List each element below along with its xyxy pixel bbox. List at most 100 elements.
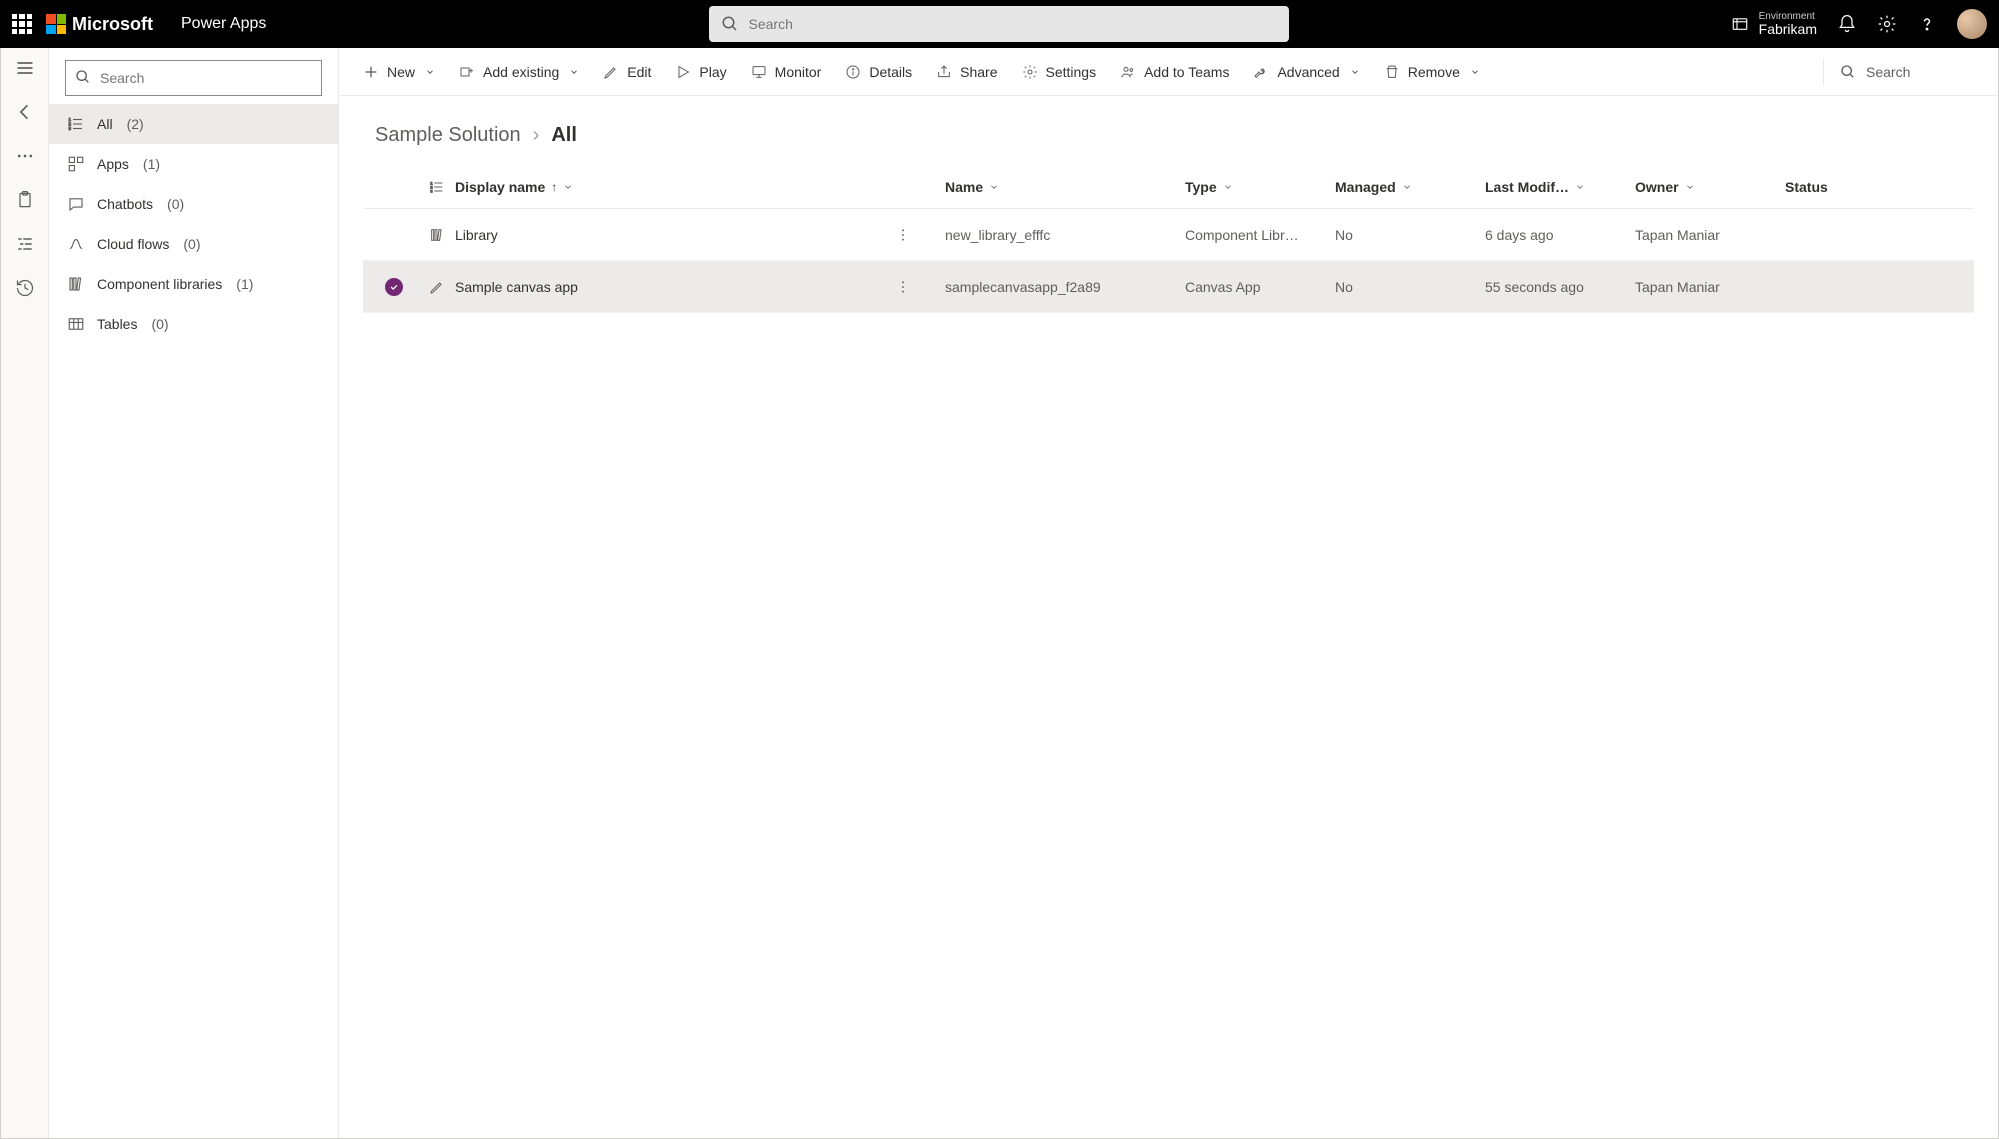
column-name[interactable]: Name bbox=[945, 179, 1185, 195]
nav-item-apps[interactable]: Apps (1) bbox=[49, 144, 338, 184]
row-selected-icon[interactable] bbox=[385, 278, 403, 296]
cell-modified: 6 days ago bbox=[1485, 227, 1635, 243]
svg-text:3: 3 bbox=[69, 126, 72, 131]
breadcrumb-current: All bbox=[551, 124, 577, 147]
column-type[interactable]: Type bbox=[1185, 179, 1335, 195]
chevron-down-icon bbox=[1685, 182, 1695, 192]
more-vertical-icon[interactable] bbox=[895, 279, 911, 295]
app-launcher-icon[interactable] bbox=[12, 14, 32, 34]
breadcrumb: Sample Solution › All bbox=[339, 96, 1998, 165]
search-icon bbox=[721, 15, 739, 33]
app-name[interactable]: Power Apps bbox=[181, 15, 266, 33]
notifications-icon[interactable] bbox=[1837, 14, 1857, 34]
left-rail bbox=[1, 48, 49, 1138]
play-button[interactable]: Play bbox=[665, 54, 736, 90]
global-search-input[interactable] bbox=[709, 6, 1289, 42]
column-status[interactable]: Status bbox=[1785, 179, 1905, 195]
nav-panel: 123 All (2) Apps (1) Chatbots (0) Cloud … bbox=[49, 48, 339, 1138]
nav-item-component-libraries[interactable]: Component libraries (1) bbox=[49, 264, 338, 304]
nav-item-label: Chatbots bbox=[97, 196, 153, 212]
cell-display-name[interactable]: Sample canvas app bbox=[455, 279, 895, 295]
table-header: 123 Display name ↑ Name Type Managed bbox=[363, 165, 1974, 209]
main-area: New Add existing Edit Play Monitor bbox=[339, 48, 1998, 1138]
monitor-button[interactable]: Monitor bbox=[741, 54, 832, 90]
advanced-button[interactable]: Advanced bbox=[1243, 54, 1369, 90]
commandbar-search[interactable]: Search bbox=[1834, 64, 1984, 80]
table-row[interactable]: Sample canvas app samplecanvasapp_f2a89 … bbox=[363, 261, 1974, 313]
cell-owner: Tapan Maniar bbox=[1635, 227, 1785, 243]
environment-icon bbox=[1731, 15, 1749, 33]
cell-type: Component Libr… bbox=[1185, 227, 1335, 243]
nav-item-cloud-flows[interactable]: Cloud flows (0) bbox=[49, 224, 338, 264]
microsoft-logo-icon bbox=[46, 14, 66, 34]
share-button[interactable]: Share bbox=[926, 54, 1007, 90]
nav-item-all[interactable]: 123 All (2) bbox=[49, 104, 338, 144]
cell-type: Canvas App bbox=[1185, 279, 1335, 295]
list-icon: 123 bbox=[67, 115, 85, 133]
app-icon bbox=[67, 155, 85, 173]
column-display-name[interactable]: Display name ↑ bbox=[455, 179, 895, 195]
nav-item-label: Apps bbox=[97, 156, 129, 172]
table-row[interactable]: Library new_library_efffc Component Libr… bbox=[363, 209, 1974, 261]
more-vertical-icon[interactable] bbox=[895, 227, 911, 243]
column-managed[interactable]: Managed bbox=[1335, 179, 1485, 195]
nav-item-chatbots[interactable]: Chatbots (0) bbox=[49, 184, 338, 224]
nav-item-count: (1) bbox=[143, 156, 160, 172]
table-icon bbox=[67, 315, 85, 333]
nav-item-tables[interactable]: Tables (0) bbox=[49, 304, 338, 344]
pencil-icon[interactable] bbox=[429, 279, 445, 295]
chevron-down-icon bbox=[1575, 182, 1585, 192]
nav-item-count: (2) bbox=[127, 116, 144, 132]
settings-button[interactable]: Settings bbox=[1012, 54, 1107, 90]
column-label: Owner bbox=[1635, 179, 1679, 195]
command-bar: New Add existing Edit Play Monitor bbox=[339, 48, 1998, 96]
info-icon bbox=[845, 64, 861, 80]
nav-item-label: Component libraries bbox=[97, 276, 222, 292]
cmd-label: Advanced bbox=[1277, 64, 1339, 80]
nav-search-input[interactable] bbox=[65, 60, 322, 96]
add-existing-button[interactable]: Add existing bbox=[449, 54, 589, 90]
breadcrumb-solution[interactable]: Sample Solution bbox=[375, 124, 521, 147]
cmd-label: New bbox=[387, 64, 415, 80]
cmd-label: Add to Teams bbox=[1144, 64, 1229, 80]
cell-display-name[interactable]: Library bbox=[455, 227, 895, 243]
monitor-icon bbox=[751, 64, 767, 80]
clipboard-icon[interactable] bbox=[15, 190, 35, 210]
edit-button[interactable]: Edit bbox=[593, 54, 661, 90]
row-select[interactable] bbox=[385, 226, 403, 244]
list-numbered-icon[interactable]: 123 bbox=[429, 179, 445, 195]
history-icon[interactable] bbox=[15, 278, 35, 298]
column-owner[interactable]: Owner bbox=[1635, 179, 1785, 195]
top-header: Microsoft Power Apps Environment Fabrika… bbox=[0, 0, 1999, 48]
microsoft-logo[interactable]: Microsoft bbox=[46, 14, 153, 35]
column-last-modified[interactable]: Last Modif… bbox=[1485, 179, 1635, 195]
add-to-teams-button[interactable]: Add to Teams bbox=[1110, 54, 1239, 90]
search-icon bbox=[1840, 64, 1856, 80]
user-avatar[interactable] bbox=[1957, 9, 1987, 39]
pencil-icon bbox=[603, 64, 619, 80]
settings-icon[interactable] bbox=[1877, 14, 1897, 34]
column-label: Type bbox=[1185, 179, 1217, 195]
cell-owner: Tapan Maniar bbox=[1635, 279, 1785, 295]
chevron-down-icon bbox=[1223, 182, 1233, 192]
new-button[interactable]: New bbox=[353, 54, 445, 90]
chevron-down-icon bbox=[1402, 182, 1412, 192]
cmd-label: Remove bbox=[1408, 64, 1460, 80]
nav-item-label: Tables bbox=[97, 316, 137, 332]
global-search[interactable] bbox=[709, 6, 1289, 42]
solution-table: 123 Display name ↑ Name Type Managed bbox=[339, 165, 1998, 313]
nav-search[interactable] bbox=[65, 60, 322, 96]
details-button[interactable]: Details bbox=[835, 54, 922, 90]
help-icon[interactable] bbox=[1917, 14, 1937, 34]
remove-button[interactable]: Remove bbox=[1374, 54, 1490, 90]
hamburger-icon[interactable] bbox=[15, 58, 35, 78]
chevron-down-icon bbox=[569, 67, 579, 77]
brand-text: Microsoft bbox=[72, 14, 153, 35]
back-icon[interactable] bbox=[15, 102, 35, 122]
nav-item-label: All bbox=[97, 116, 113, 132]
more-icon[interactable] bbox=[15, 146, 35, 166]
tree-icon[interactable] bbox=[15, 234, 35, 254]
environment-picker[interactable]: Environment Fabrikam bbox=[1731, 11, 1817, 37]
environment-name: Fabrikam bbox=[1759, 22, 1817, 37]
nav-item-count: (0) bbox=[183, 236, 200, 252]
